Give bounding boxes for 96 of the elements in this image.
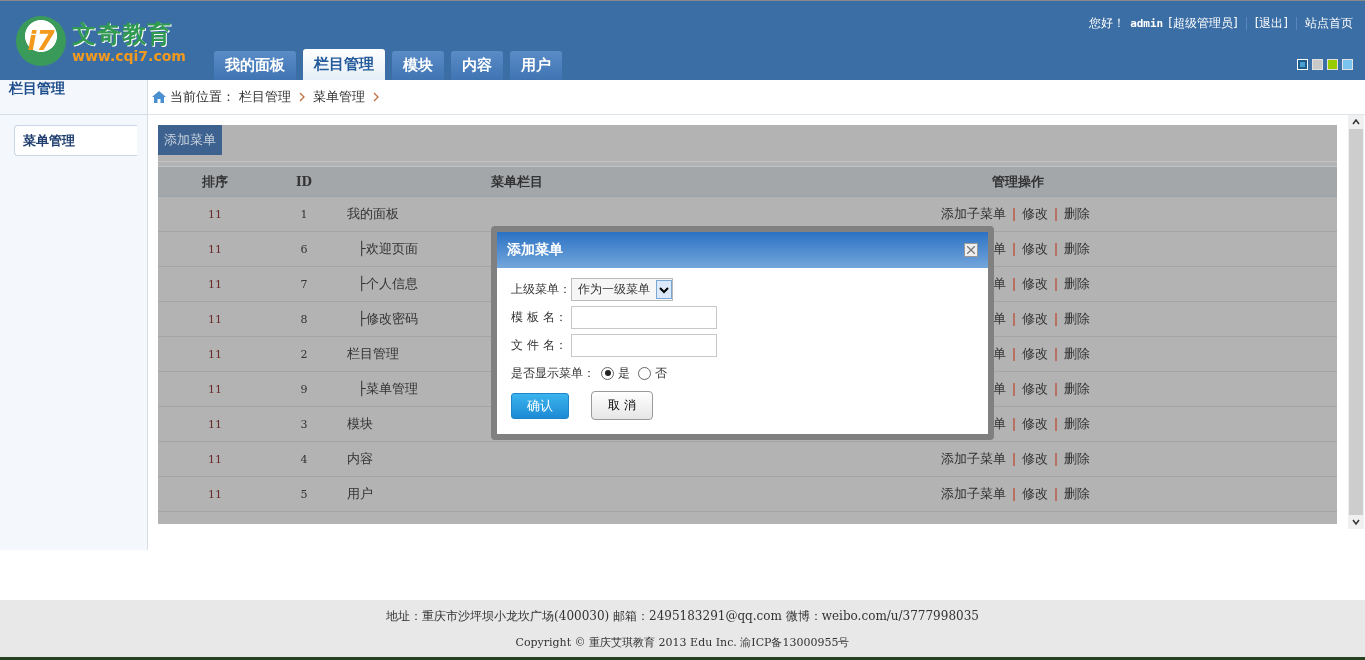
parent-select[interactable]: 作为一级菜单 <box>571 278 673 301</box>
id-cell-text: 3 <box>299 417 309 431</box>
column-header: 管理操作 <box>990 172 1045 191</box>
menu-name-cell-text: ├菜单管理 <box>357 380 418 398</box>
nav-tab[interactable]: 模块 <box>392 51 444 80</box>
action-link[interactable]: 删除 <box>1064 205 1090 223</box>
radio-button[interactable] <box>638 366 651 380</box>
menu-name-cell-text: 栏目管理 <box>346 345 399 363</box>
order-cell-text: 11 <box>207 452 223 466</box>
nav-tab[interactable]: 内容 <box>451 51 503 80</box>
action-link[interactable]: 删除 <box>1064 310 1090 328</box>
field-label: 是否显示菜单： <box>511 364 595 382</box>
column-header: 排序 <box>201 172 229 191</box>
action-link[interactable]: 修改 <box>1022 380 1048 398</box>
menu-name-cell-text: 模块 <box>346 415 373 433</box>
menu-name-cell-text: ├个人信息 <box>357 275 418 293</box>
role-link[interactable]: [超级管理员] <box>1168 15 1238 32</box>
menu-name-cell-text: ├修改密码 <box>357 310 418 328</box>
cancel-button[interactable]: 取 消 <box>591 391 653 420</box>
action-link[interactable]: 删除 <box>1064 450 1090 468</box>
theme-swatch[interactable] <box>1312 59 1323 70</box>
chevron-icon <box>299 92 305 102</box>
chevron-icon <box>373 92 379 102</box>
id-cell-text: 8 <box>299 312 309 326</box>
action-link[interactable]: 添加子菜单 <box>932 485 1006 503</box>
action-link[interactable]: 删除 <box>1064 345 1090 363</box>
action-link[interactable]: 添加子菜单 <box>932 205 1006 223</box>
logout-link[interactable]: [退出] <box>1254 15 1288 32</box>
id-cell-text: 7 <box>299 277 309 291</box>
field-label: 文 件 名： <box>511 337 568 354</box>
field-label: 模 板 名： <box>511 309 568 326</box>
greeting: 您好！ <box>1089 15 1126 32</box>
home-link[interactable]: 站点首页 <box>1305 15 1353 32</box>
order-cell-text: 11 <box>207 382 223 396</box>
id-cell-text: 6 <box>299 242 309 256</box>
order-cell-text: 11 <box>207 347 223 361</box>
field-label: 上级菜单： <box>511 281 569 298</box>
user-name: admin <box>1130 17 1164 30</box>
action-link[interactable]: 添加子菜单 <box>932 450 1006 468</box>
file-name-field[interactable] <box>571 334 717 357</box>
id-cell-text: 4 <box>299 452 309 466</box>
column-header: 菜单栏目 <box>490 172 544 191</box>
sidebar-title: 栏目管理 <box>0 80 147 115</box>
id-cell-text: 1 <box>299 207 309 221</box>
action-link[interactable]: 删除 <box>1064 485 1090 503</box>
action-link[interactable]: 修改 <box>1022 485 1048 503</box>
breadcrumb-link[interactable]: 栏目管理 <box>239 88 291 106</box>
template-name-field[interactable] <box>571 306 717 329</box>
id-cell-text: 5 <box>299 487 309 501</box>
radio-button[interactable] <box>601 366 614 380</box>
close-button[interactable] <box>964 243 978 257</box>
menu-name-cell-text: 我的面板 <box>346 205 399 223</box>
order-cell-text: 11 <box>207 417 223 431</box>
sidebar-item[interactable]: 菜单管理 <box>14 125 137 156</box>
action-link[interactable]: 删除 <box>1064 275 1090 293</box>
breadcrumb-prefix: 当前位置： <box>170 88 235 106</box>
id-cell-text: 9 <box>299 382 309 396</box>
order-cell-text: 11 <box>207 242 223 256</box>
action-link[interactable]: 修改 <box>1022 450 1048 468</box>
action-link[interactable]: 修改 <box>1022 345 1048 363</box>
action-link[interactable]: 修改 <box>1022 415 1048 433</box>
radio-label: 否 <box>655 364 667 382</box>
order-cell-text: 11 <box>207 312 223 326</box>
menu-name-cell-text: 内容 <box>346 450 373 468</box>
footer-address: 地址：重庆市沙坪坝小龙坎广场(400030) 邮箱：2495183291@qq.com 微博：weibo.com/u/3777998035 <box>386 607 979 625</box>
action-link[interactable]: 修改 <box>1022 240 1048 258</box>
column-header: ID <box>295 174 313 189</box>
order-cell-text: 11 <box>207 487 223 501</box>
scroll-down-icon[interactable] <box>1352 519 1360 525</box>
action-link[interactable]: 删除 <box>1064 240 1090 258</box>
nav-tab[interactable]: 我的面板 <box>214 51 296 80</box>
nav-tab[interactable]: 用户 <box>510 51 562 80</box>
footer-copyright: Copyright © 重庆艾琪教育 2013 Edu Inc. 渝ICP备13000955号 <box>515 634 850 650</box>
scroll-up-icon[interactable] <box>1352 119 1360 125</box>
action-link[interactable]: 修改 <box>1022 310 1048 328</box>
logo-url: www.cqi7.com <box>72 47 186 64</box>
action-link[interactable]: 删除 <box>1064 380 1090 398</box>
id-cell-text: 2 <box>299 347 309 361</box>
order-cell-text: 11 <box>207 207 223 221</box>
order-cell-text: 11 <box>207 277 223 291</box>
logo-name: 文奇教育 <box>72 17 173 50</box>
radio-label: 是 <box>618 364 630 382</box>
theme-swatch[interactable] <box>1342 59 1353 70</box>
add-menu-button[interactable]: 添加菜单 <box>158 125 222 155</box>
menu-name-cell-text: ├欢迎页面 <box>357 240 418 258</box>
home-icon <box>152 91 166 103</box>
scrollbar-thumb[interactable] <box>1349 129 1363 515</box>
theme-swatch[interactable] <box>1327 59 1338 70</box>
logo-badge: i7 <box>16 15 66 66</box>
menu-name-cell-text: 用户 <box>346 485 373 503</box>
action-link[interactable]: 修改 <box>1022 275 1048 293</box>
action-link[interactable]: 修改 <box>1022 205 1048 223</box>
breadcrumb-link[interactable]: 菜单管理 <box>313 88 365 106</box>
action-link[interactable]: 删除 <box>1064 415 1090 433</box>
nav-tab[interactable]: 栏目管理 <box>303 49 385 80</box>
dialog-title: 添加菜单 <box>507 241 563 259</box>
